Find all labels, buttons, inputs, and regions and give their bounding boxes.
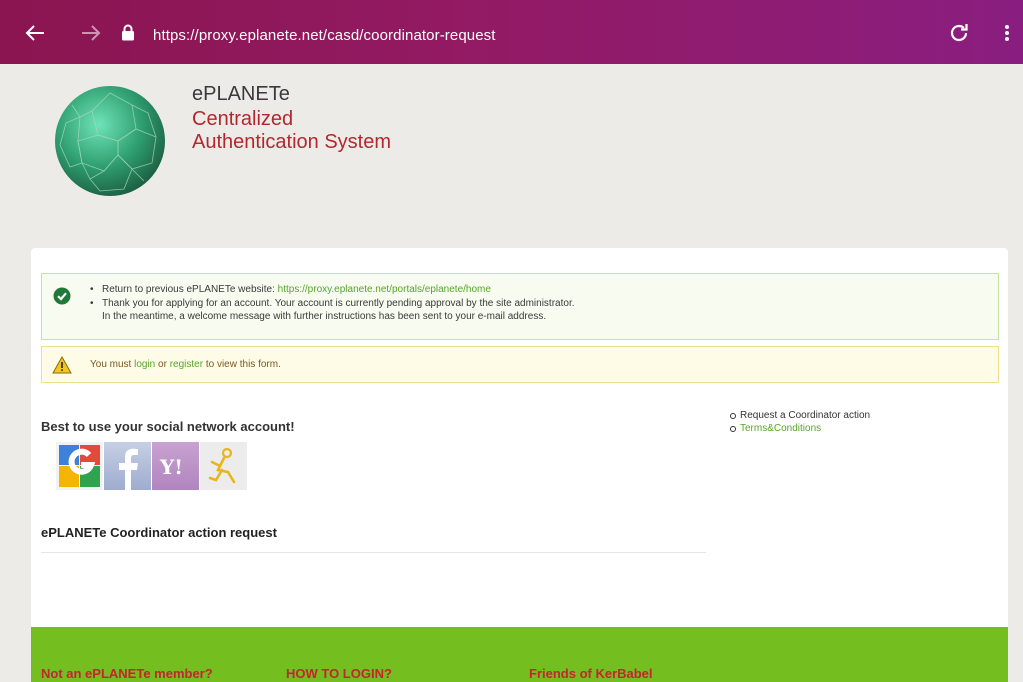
return-text: Return to previous ePLANETe website: <box>102 284 278 295</box>
register-link[interactable]: register <box>170 359 203 370</box>
aol-login-button[interactable] <box>200 442 247 490</box>
page-title: ePLANETe Coordinator action request <box>41 525 277 540</box>
warning-prefix: You must <box>90 359 135 370</box>
footer-heading-friends[interactable]: Friends of KerBabel <box>529 666 653 681</box>
warning-suffix: to view this form. <box>203 359 281 370</box>
site-subtitle-line1: Centralized <box>192 108 294 130</box>
lock-icon <box>122 24 134 41</box>
warning-icon <box>52 356 72 374</box>
footer: Not an ePLANETe member? HOW TO LOGIN? Fr… <box>31 627 1008 682</box>
warning-middle: or <box>155 359 170 370</box>
facebook-login-button[interactable] <box>104 442 151 490</box>
warning-text: You must login or register to view this … <box>90 359 281 370</box>
google-icon <box>59 445 100 487</box>
yahoo-icon: Y! <box>159 455 183 479</box>
divider <box>41 552 706 553</box>
address-bar[interactable]: https://proxy.eplanete.net/casd/coordina… <box>153 27 496 44</box>
svg-text:Y!: Y! <box>159 455 183 479</box>
warning-message: You must login or register to view this … <box>41 346 999 383</box>
social-login-buttons: Y! <box>56 442 248 490</box>
more-vertical-icon <box>1005 25 1009 41</box>
back-button[interactable] <box>22 20 48 46</box>
footer-heading-login-help[interactable]: HOW TO LOGIN? <box>286 666 392 681</box>
browser-toolbar: https://proxy.eplanete.net/casd/coordina… <box>0 0 1023 64</box>
menu-button[interactable] <box>1000 22 1014 48</box>
sidebar-menu: Request a Coordinator action Terms&Condi… <box>728 409 870 435</box>
check-circle-icon <box>53 287 71 305</box>
return-link[interactable]: https://proxy.eplanete.net/portals/eplan… <box>278 284 491 295</box>
login-link[interactable]: login <box>134 359 155 370</box>
arrow-right-icon <box>82 25 101 41</box>
reload-button[interactable] <box>948 21 974 47</box>
aol-icon <box>208 447 236 484</box>
site-name: ePLANETe <box>192 83 290 105</box>
yahoo-login-button[interactable]: Y! <box>152 442 199 490</box>
terms-link[interactable]: Terms&Conditions <box>740 423 821 434</box>
list-item: Return to previous ePLANETe website: htt… <box>90 283 575 297</box>
google-login-button[interactable] <box>56 442 103 490</box>
welcome-message-text: In the meantime, a welcome message with … <box>102 311 547 322</box>
pending-approval-text: Thank you for applying for an account. Y… <box>102 297 575 309</box>
reload-icon <box>950 24 968 42</box>
footer-heading-membership[interactable]: Not an ePLANETe member? <box>41 666 213 681</box>
forward-button[interactable] <box>78 20 104 46</box>
site-subtitle-line2: Authentication System <box>192 131 391 153</box>
eplanete-logo[interactable] <box>52 83 168 199</box>
social-login-title: Best to use your social network account! <box>41 419 295 434</box>
facebook-icon <box>119 448 138 490</box>
success-message: Return to previous ePLANETe website: htt… <box>41 273 999 340</box>
success-message-list: Return to previous ePLANETe website: htt… <box>90 283 575 324</box>
sidebar-item-terms[interactable]: Terms&Conditions <box>728 422 870 435</box>
globe-icon <box>55 86 165 196</box>
content-card: Return to previous ePLANETe website: htt… <box>31 248 1008 628</box>
arrow-left-icon <box>25 25 44 41</box>
sidebar-item-request-coordinator[interactable]: Request a Coordinator action <box>728 409 870 422</box>
list-item: Thank you for applying for an account. Y… <box>90 297 575 311</box>
